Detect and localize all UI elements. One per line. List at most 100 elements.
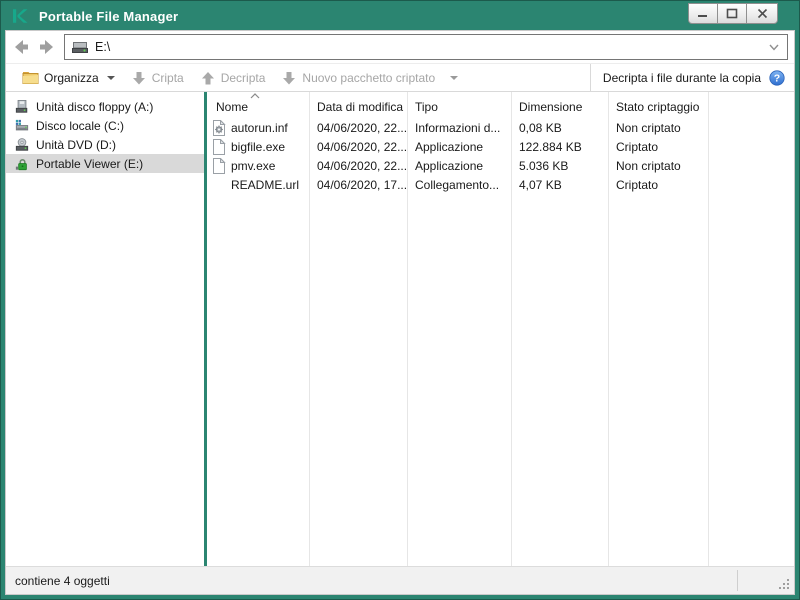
column-header-tipo[interactable]: Tipo xyxy=(407,100,511,118)
setup-file-icon xyxy=(212,120,226,136)
maximize-button[interactable] xyxy=(717,3,747,24)
nuovo-pacchetto-criptato-button[interactable]: Nuovo pacchetto criptato xyxy=(273,66,466,90)
sort-ascending-icon xyxy=(249,93,261,99)
window-title: Portable File Manager xyxy=(39,9,178,24)
sidebar-item-label: Portable Viewer (E:) xyxy=(36,157,143,171)
file-name: autorun.inf xyxy=(231,121,288,135)
toolbar-right-group: Decripta i file durante la copia ? xyxy=(590,64,794,91)
column-header-data-di-modifica[interactable]: Data di modifica xyxy=(309,100,407,118)
decrypt-on-copy-label: Decripta i file durante la copia xyxy=(603,71,761,85)
sidebar-item-label: Unità disco floppy (A:) xyxy=(36,100,153,114)
column-separator xyxy=(309,92,310,566)
sidebar-item-dvd-d[interactable]: Unità DVD (D:) xyxy=(6,135,204,154)
list-header: Nome Data di modifica Tipo Dimensione St… xyxy=(207,92,794,118)
portable-file-manager-window: Portable File Manager xyxy=(0,0,800,600)
file-encryption-status: Non criptato xyxy=(608,159,708,173)
nuovo-pacchetto-label: Nuovo pacchetto criptato xyxy=(302,71,435,85)
file-type: Collegamento... xyxy=(407,178,511,192)
folder-icon xyxy=(22,70,39,85)
forward-arrow-icon xyxy=(36,37,56,57)
file-type: Applicazione xyxy=(407,140,511,154)
decrypt-arrow-up-icon xyxy=(200,70,216,86)
dvd-drive-icon xyxy=(15,137,29,153)
file-type: Applicazione xyxy=(407,159,511,173)
maximize-icon xyxy=(726,8,738,19)
status-bar: contiene 4 oggetti xyxy=(6,566,794,594)
file-type: Informazioni d... xyxy=(407,121,511,135)
file-modified: 04/06/2020, 22... xyxy=(309,140,407,154)
drive-icon xyxy=(71,40,89,54)
file-row[interactable]: pmv.exe 04/06/2020, 22... Applicazione 5… xyxy=(207,156,794,175)
organizza-label: Organizza xyxy=(44,71,99,85)
navigation-bar: E:\ xyxy=(6,31,794,63)
back-arrow-icon xyxy=(12,37,32,57)
window-content: E:\ Organizza xyxy=(6,31,794,594)
statusbar-separator xyxy=(737,570,738,591)
file-list: Nome Data di modifica Tipo Dimensione St… xyxy=(207,92,794,566)
resize-grip[interactable] xyxy=(777,577,791,591)
blank-file-icon xyxy=(212,158,226,174)
local-disk-icon xyxy=(15,118,29,134)
file-name: bigfile.exe xyxy=(231,140,285,154)
file-encryption-status: Non criptato xyxy=(608,121,708,135)
column-separator xyxy=(608,92,609,566)
column-header-stato-criptaggio[interactable]: Stato criptaggio xyxy=(608,100,708,118)
sidebar-item-floppy-a[interactable]: Unità disco floppy (A:) xyxy=(6,97,204,116)
file-row[interactable]: README.url 04/06/2020, 17... Collegament… xyxy=(207,175,794,194)
status-text: contiene 4 oggetti xyxy=(15,574,110,588)
address-bar[interactable]: E:\ xyxy=(64,34,788,60)
kaspersky-logo-icon xyxy=(11,6,31,26)
column-separator xyxy=(708,92,709,566)
close-icon xyxy=(757,8,768,19)
file-modified: 04/06/2020, 22... xyxy=(309,121,407,135)
titlebar: Portable File Manager xyxy=(1,1,799,31)
file-name-cell: README.url xyxy=(207,177,309,193)
no-icon xyxy=(212,177,226,193)
minimize-icon xyxy=(697,9,709,19)
file-encryption-status: Criptato xyxy=(608,140,708,154)
file-name-cell: bigfile.exe xyxy=(207,139,309,155)
file-name-cell: pmv.exe xyxy=(207,158,309,174)
column-separator xyxy=(407,92,408,566)
back-button[interactable] xyxy=(10,34,34,60)
file-name-cell: autorun.inf xyxy=(207,120,309,136)
sidebar-item-disk-c[interactable]: Disco locale (C:) xyxy=(6,116,204,135)
lock-icon xyxy=(15,156,29,172)
sidebar-item-label: Disco locale (C:) xyxy=(36,119,124,133)
file-modified: 04/06/2020, 22... xyxy=(309,159,407,173)
file-name: README.url xyxy=(231,178,299,192)
column-header-dimensione[interactable]: Dimensione xyxy=(511,100,608,118)
decripta-button[interactable]: Decripta xyxy=(192,66,274,90)
sidebar-item-portable-viewer-e[interactable]: Portable Viewer (E:) xyxy=(6,154,204,173)
window-controls xyxy=(689,3,778,24)
help-icon[interactable]: ? xyxy=(769,70,785,86)
sidebar-item-label: Unità DVD (D:) xyxy=(36,138,116,152)
toolbar: Organizza Cripta Decripta Nuovo pacche xyxy=(6,63,794,92)
cripta-label: Cripta xyxy=(152,71,184,85)
new-package-arrow-down-icon xyxy=(281,70,297,86)
file-size: 0,08 KB xyxy=(511,121,608,135)
cripta-button[interactable]: Cripta xyxy=(123,66,192,90)
forward-button[interactable] xyxy=(34,34,58,60)
file-row[interactable]: bigfile.exe 04/06/2020, 22... Applicazio… xyxy=(207,137,794,156)
column-header-filler xyxy=(708,114,794,118)
close-button[interactable] xyxy=(746,3,778,24)
encrypt-arrow-down-icon xyxy=(131,70,147,86)
file-name: pmv.exe xyxy=(231,159,275,173)
organizza-button[interactable]: Organizza xyxy=(14,66,123,90)
decripta-label: Decripta xyxy=(221,71,266,85)
column-header-nome[interactable]: Nome xyxy=(207,100,309,118)
floppy-drive-icon xyxy=(15,99,29,115)
file-encryption-status: Criptato xyxy=(608,178,708,192)
drive-sidebar: Unità disco floppy (A:) Disco locale (C:… xyxy=(6,92,204,566)
chevron-down-icon[interactable] xyxy=(767,41,781,53)
blank-file-icon xyxy=(212,139,226,155)
address-text: E:\ xyxy=(95,40,110,54)
file-row[interactable]: autorun.inf 04/06/2020, 22... Informazio… xyxy=(207,118,794,137)
nuovo-pacchetto-caret-icon xyxy=(450,76,458,80)
column-separator xyxy=(511,92,512,566)
minimize-button[interactable] xyxy=(688,3,718,24)
file-size: 4,07 KB xyxy=(511,178,608,192)
svg-text:?: ? xyxy=(774,72,780,84)
file-modified: 04/06/2020, 17... xyxy=(309,178,407,192)
